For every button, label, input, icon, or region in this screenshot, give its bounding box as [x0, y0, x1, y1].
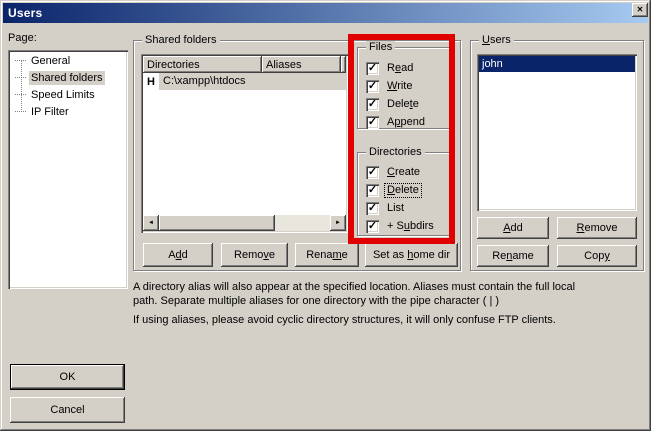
- alias-note-line1: A directory alias will also appear at th…: [133, 281, 575, 293]
- sidebar-item-label: General: [29, 54, 72, 68]
- sidebar-item-ip-filter[interactable]: IP Filter: [10, 103, 126, 120]
- button-label: Remove: [577, 222, 618, 234]
- rename-user-button[interactable]: Rename: [477, 245, 549, 267]
- sidebar-item-general[interactable]: General: [10, 52, 126, 69]
- scroll-left-button[interactable]: ◄: [143, 215, 159, 231]
- list-header: Directories Aliases: [143, 56, 346, 73]
- ok-button[interactable]: OK: [10, 364, 125, 390]
- button-label: Add: [168, 249, 188, 261]
- set-as-home-dir-button[interactable]: Set as home dir: [365, 243, 458, 267]
- button-label: Add: [503, 222, 523, 234]
- sidebar-item-label: Speed Limits: [29, 88, 97, 102]
- sidebar-item-speed-limits[interactable]: Speed Limits: [10, 86, 126, 103]
- tree-branch-icon: [15, 111, 26, 112]
- page-tree: General Shared folders Speed Limits IP F…: [8, 50, 128, 289]
- tree-branch-icon: [15, 94, 26, 95]
- hscrollbar-thumb[interactable]: [159, 215, 275, 231]
- home-dir-marker: H: [143, 76, 159, 88]
- add-user-button[interactable]: Add: [477, 217, 549, 239]
- list-item-user[interactable]: john: [479, 56, 635, 72]
- sidebar-item-shared-folders[interactable]: Shared folders: [10, 69, 126, 86]
- add-directory-button[interactable]: Add: [143, 243, 213, 267]
- column-header-directories[interactable]: Directories: [143, 56, 262, 73]
- title-bar[interactable]: Users: [3, 3, 648, 23]
- sidebar-item-label: IP Filter: [29, 105, 71, 119]
- button-label: OK: [60, 371, 76, 383]
- column-header-label: Directories: [147, 59, 200, 71]
- hscrollbar-track[interactable]: [275, 215, 330, 231]
- column-header-label: Aliases: [266, 59, 301, 71]
- list-empty-area: [143, 90, 346, 215]
- copy-user-button[interactable]: Copy: [557, 245, 637, 267]
- users-list: john: [477, 54, 637, 211]
- tree-branch-icon: [15, 77, 26, 78]
- users-dialog: Users ✕ Page: General Shared folders Spe…: [0, 0, 651, 431]
- remove-directory-button[interactable]: Remove: [221, 243, 288, 267]
- alias-note-line2: path. Separate multiple aliases for one …: [133, 295, 499, 307]
- button-label: Copy: [584, 250, 610, 262]
- directories-list: Directories Aliases H C:\xampp\htdocs ◄: [141, 54, 348, 233]
- sidebar-item-label-selected: Shared folders: [29, 71, 105, 85]
- scroll-right-button[interactable]: ►: [330, 215, 346, 231]
- button-label: Set as home dir: [373, 249, 450, 261]
- cyclic-note: If using aliases, please avoid cyclic di…: [133, 314, 556, 326]
- horizontal-scrollbar[interactable]: ◄ ►: [143, 215, 346, 231]
- button-label: Remove: [234, 249, 275, 261]
- directory-path: C:\xampp\htdocs: [159, 73, 346, 90]
- scroll-left-icon: ◄: [148, 220, 154, 226]
- close-icon: ✕: [637, 6, 644, 14]
- table-row[interactable]: H C:\xampp\htdocs: [143, 73, 346, 90]
- tree-branch-icon: [15, 60, 26, 61]
- page-label: Page:: [8, 32, 37, 44]
- remove-user-button[interactable]: Remove: [557, 217, 637, 239]
- button-label: Rename: [306, 249, 348, 261]
- scroll-right-icon: ►: [335, 220, 341, 226]
- close-button[interactable]: ✕: [632, 3, 648, 17]
- column-header-aliases[interactable]: Aliases: [262, 56, 341, 73]
- cancel-button[interactable]: Cancel: [10, 397, 125, 423]
- shared-folders-group-label: Shared folders: [142, 34, 220, 47]
- users-group-label: Users: [479, 34, 514, 47]
- button-label: Rename: [492, 250, 534, 262]
- rename-directory-button[interactable]: Rename: [295, 243, 359, 267]
- button-label: Cancel: [50, 404, 84, 416]
- annotation-highlight-rectangle: [348, 34, 455, 244]
- column-header-filler: [341, 56, 346, 73]
- window-title: Users: [8, 6, 42, 20]
